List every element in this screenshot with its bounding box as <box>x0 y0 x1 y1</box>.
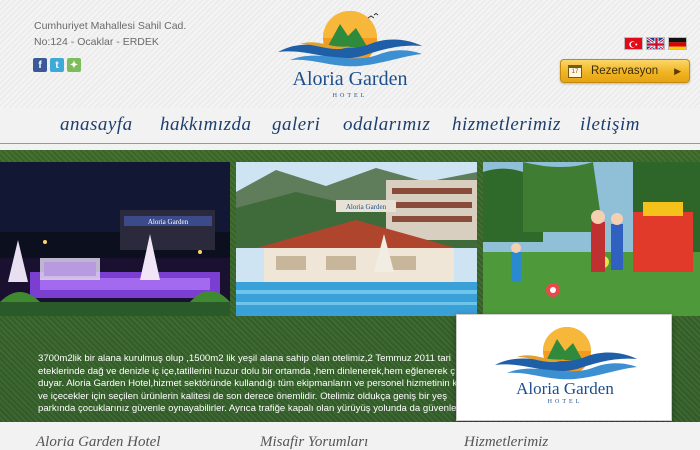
twitter-icon[interactable]: t <box>50 58 64 72</box>
description-line: 3700m2lik bir alana kurulmuş olup ,1500m… <box>38 353 451 364</box>
description-line: eteklerinde dağ ve denizle iç içe,tatill… <box>38 365 456 377</box>
hotel-address: Cumhuriyet Mahallesi Sahil Cad. No:124 -… <box>34 18 234 50</box>
nav-item-hakkimizda[interactable]: hakkımızda <box>160 114 252 136</box>
section-headings: Aloria Garden Hotel Misafir Yorumları Hi… <box>0 422 700 450</box>
site-header: Cumhuriyet Mahallesi Sahil Cad. No:124 -… <box>0 0 700 108</box>
hotel-description: 3700m2lik bir alana kurulmuş olup ,1500m… <box>38 353 458 416</box>
description-line: ve içecekler için seçilen ürünlerin kali… <box>38 390 447 402</box>
brand-subtitle: HOTEL <box>332 93 368 99</box>
address-line-2: No:124 - Ocaklar - ERDEK <box>34 36 159 48</box>
reservation-label: Rezervasyon <box>591 65 659 77</box>
description-line: duyar. Aloria Garden Hotel,hizmet sektör… <box>38 378 458 390</box>
hotel-logo[interactable]: Aloria Garden HOTEL <box>270 4 430 104</box>
description-line: parkında çocuklarınız güvenle oynayabili… <box>38 403 457 415</box>
facebook-icon[interactable]: f <box>33 58 47 72</box>
heading-misafir-yorumlari[interactable]: Misafir Yorumları <box>260 434 368 450</box>
kids-playground-photo[interactable] <box>483 162 700 316</box>
popup-brand-name: Aloria Garden <box>516 379 614 398</box>
logo-emblem-icon <box>278 11 422 67</box>
calendar-icon: 17 <box>568 64 582 78</box>
address-line-1: Cumhuriyet Mahallesi Sahil Cad. <box>34 20 187 32</box>
heading-hizmetlerimiz[interactable]: Hizmetlerimiz <box>464 434 548 450</box>
nav-item-hizmetlerimiz[interactable]: hizmetlerimiz <box>452 114 561 136</box>
main-navigation: anasayfa hakkımızda galeri odalarımız hi… <box>0 110 700 144</box>
social-links: f t ✦ <box>33 58 81 72</box>
brand-name: Aloria Garden <box>292 68 408 90</box>
map-icon[interactable]: ✦ <box>67 58 81 72</box>
daytime-pool-photo[interactable]: Aloria Garden <box>236 162 477 316</box>
nav-item-galeri[interactable]: galeri <box>272 114 320 136</box>
reservation-button[interactable]: 17 Rezervasyon ▶ <box>560 59 690 83</box>
night-sign-text: Aloria Garden <box>148 218 189 226</box>
language-switcher <box>624 37 687 50</box>
nav-item-odalarimiz[interactable]: odalarımız <box>343 114 430 136</box>
night-pool-photo[interactable]: Aloria Garden <box>0 162 230 316</box>
turkish-flag-icon[interactable] <box>624 37 643 50</box>
english-flag-icon[interactable] <box>646 37 665 50</box>
logo-popup[interactable]: Aloria Garden HOTEL <box>456 314 672 421</box>
nav-item-iletisim[interactable]: iletişim <box>580 114 640 136</box>
chevron-right-icon: ▶ <box>674 65 681 76</box>
popup-brand-subtitle: HOTEL <box>547 399 583 405</box>
german-flag-icon[interactable] <box>668 37 687 50</box>
popup-logo-emblem-icon <box>495 327 637 380</box>
heading-aloria-garden-hotel[interactable]: Aloria Garden Hotel <box>36 434 160 450</box>
nav-bottom-divider <box>0 143 700 144</box>
day-sign-text: Aloria Garden <box>346 203 387 211</box>
nav-item-anasayfa[interactable]: anasayfa <box>60 114 133 136</box>
